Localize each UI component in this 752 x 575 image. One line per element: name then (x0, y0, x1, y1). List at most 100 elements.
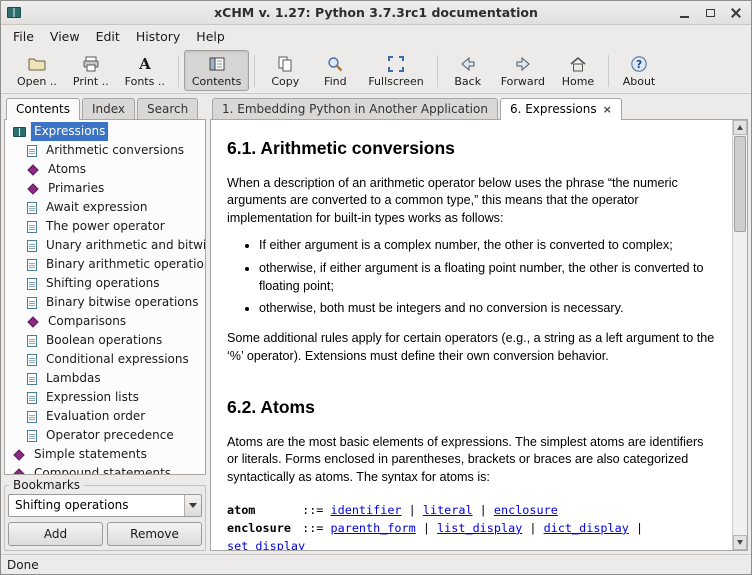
grammar-link[interactable]: enclosure (494, 503, 558, 517)
tree-item[interactable]: Compound statements (5, 464, 205, 475)
tree-item[interactable]: Simple statements (5, 445, 205, 464)
doc-icon (27, 145, 37, 157)
close-button[interactable] (727, 4, 745, 22)
open-button[interactable]: Open .. (9, 50, 65, 91)
paragraph: Some additional rules apply for certain … (227, 330, 716, 365)
menu-edit[interactable]: Edit (88, 26, 128, 47)
tree-item-label: Boolean operations (43, 331, 165, 350)
tab-expressions[interactable]: 6. Expressions × (500, 98, 622, 120)
home-icon (568, 53, 588, 74)
tree-item[interactable]: Binary arithmetic operation (5, 255, 205, 274)
tree-item[interactable]: Arithmetic conversions (5, 141, 205, 160)
home-button[interactable]: Home (553, 50, 603, 91)
back-button[interactable]: Back (443, 50, 493, 91)
titlebar[interactable]: xCHM v. 1.27: Python 3.7.3rc1 documentat… (1, 1, 751, 25)
print-button[interactable]: Print .. (65, 50, 117, 91)
tab-embedding-python[interactable]: 1. Embedding Python in Another Applicati… (212, 98, 498, 119)
about-button[interactable]: ? About (614, 50, 664, 91)
tree-item[interactable]: Conditional expressions (5, 350, 205, 369)
tree-item[interactable]: Comparisons (5, 312, 205, 331)
minimize-button[interactable] (675, 4, 693, 22)
doc-icon (27, 430, 37, 442)
scroll-up-icon[interactable] (733, 120, 747, 135)
fonts-button[interactable]: A Fonts .. (117, 50, 173, 91)
tab-index[interactable]: Index (82, 98, 135, 119)
contents-button[interactable]: Contents (184, 50, 249, 91)
menu-history[interactable]: History (128, 26, 188, 47)
sidebar-tabs: Contents Index Search (4, 96, 206, 119)
tree-item[interactable]: Await expression (5, 198, 205, 217)
minimize-icon (680, 16, 689, 18)
doc-icon (27, 411, 37, 423)
tab-contents[interactable]: Contents (6, 98, 80, 120)
tree-item[interactable]: The power operator (5, 217, 205, 236)
tree-item[interactable]: Evaluation order (5, 407, 205, 426)
content-scrollbar[interactable] (732, 120, 747, 550)
toolbar-label: Fonts .. (125, 75, 165, 88)
tree-item-label: Expression lists (43, 388, 142, 407)
book-icon (13, 127, 26, 137)
tree-item-label: Evaluation order (43, 407, 148, 426)
close-icon (731, 8, 741, 18)
toolbar-label: Find (324, 75, 347, 88)
scroll-down-icon[interactable] (733, 535, 747, 550)
tree-item[interactable]: Atoms (5, 160, 205, 179)
doc-icon (27, 335, 37, 347)
grammar-link[interactable]: identifier (331, 503, 402, 517)
tree-item[interactable]: Operator precedence (5, 426, 205, 445)
doc-icon (27, 297, 37, 309)
bookmark-combo-value: Shifting operations (9, 495, 184, 516)
tree-item-label: Lambdas (43, 369, 104, 388)
grammar-link[interactable]: dict_display (544, 521, 629, 535)
doc-icon (27, 373, 37, 385)
tree-item[interactable]: Boolean operations (5, 331, 205, 350)
add-bookmark-button[interactable]: Add (8, 522, 103, 546)
tree-item-label: Conditional expressions (43, 350, 192, 369)
tab-label: 1. Embedding Python in Another Applicati… (222, 102, 488, 116)
tab-search[interactable]: Search (137, 98, 198, 119)
maximize-button[interactable] (701, 4, 719, 22)
remove-bookmark-button[interactable]: Remove (107, 522, 202, 546)
grammar-link[interactable]: literal (423, 503, 473, 517)
bullet-item: If either argument is a complex number, … (259, 237, 716, 255)
menu-help[interactable]: Help (188, 26, 233, 47)
tree-item-label: The power operator (43, 217, 168, 236)
tree-item[interactable]: Binary bitwise operations (5, 293, 205, 312)
tree-item[interactable]: Unary arithmetic and bitwis (5, 236, 205, 255)
tab-label: 6. Expressions (510, 102, 597, 116)
contents-tree: ExpressionsArithmetic conversionsAtomsPr… (4, 119, 206, 475)
bullet-item: otherwise, if either argument is a float… (259, 260, 716, 295)
doc-icon (27, 278, 37, 290)
chevron-down-icon[interactable] (184, 495, 201, 516)
grammar-link[interactable]: list_display (437, 521, 522, 535)
grammar-block: atom ::= identifier | literal | enclosur… (227, 501, 716, 551)
bookmark-combo[interactable]: Shifting operations (8, 494, 202, 517)
svg-text:?: ? (636, 59, 642, 71)
tree-item[interactable]: Primaries (5, 179, 205, 198)
forward-button[interactable]: Forward (493, 50, 553, 91)
bullet-item: otherwise, both must be integers and no … (259, 300, 716, 318)
tree-item[interactable]: Expression lists (5, 388, 205, 407)
toolbar-label: Home (562, 75, 594, 88)
tree-item[interactable]: Shifting operations (5, 274, 205, 293)
find-button[interactable]: Find (310, 50, 360, 91)
grammar-link[interactable]: parenth_form (331, 521, 416, 535)
tab-close-icon[interactable]: × (603, 104, 612, 115)
bullet-list: If either argument is a complex number, … (227, 237, 716, 318)
copy-button[interactable]: Copy (260, 50, 310, 91)
document-tabs: 1. Embedding Python in Another Applicati… (210, 96, 748, 119)
app-window: xCHM v. 1.27: Python 3.7.3rc1 documentat… (0, 0, 752, 575)
doc-icon (27, 354, 37, 366)
bookmarks-section: Bookmarks Shifting operations Add Remove (4, 485, 206, 551)
doc-icon (27, 259, 37, 271)
tree-item[interactable]: Expressions (5, 122, 205, 141)
scrollbar-thumb[interactable] (734, 136, 746, 232)
maximize-icon (706, 9, 715, 17)
menubar: File View Edit History Help (1, 25, 751, 48)
menu-view[interactable]: View (42, 26, 88, 47)
grammar-link[interactable]: set_display (227, 539, 305, 550)
fullscreen-button[interactable]: Fullscreen (360, 50, 431, 91)
menu-file[interactable]: File (5, 26, 42, 47)
tree-item[interactable]: Lambdas (5, 369, 205, 388)
window-title: xCHM v. 1.27: Python 3.7.3rc1 documentat… (1, 5, 751, 20)
